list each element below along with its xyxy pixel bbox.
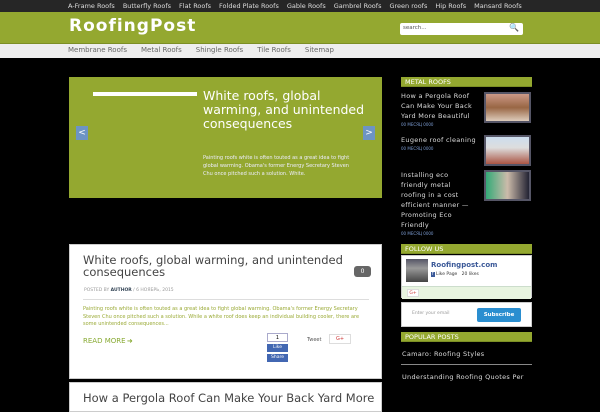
post-date: / 6 НОЯБРЬ, 2015 xyxy=(131,288,174,293)
meta-prefix: POSTED BY xyxy=(84,288,111,293)
widget-title: METAL ROOFS xyxy=(401,77,532,87)
sidebar-post-title[interactable]: How a Pergola Roof Can Make Your Back Ya… xyxy=(401,91,476,121)
slide-divider xyxy=(93,92,197,96)
like-count: 1 xyxy=(267,333,288,342)
slider-next-button[interactable]: > xyxy=(363,126,375,140)
popular-post[interactable]: Camaro: Roofing Styles xyxy=(401,342,532,365)
site-logo[interactable]: RoofingPost xyxy=(69,16,196,36)
follow-widget: FOLLOW US Roofingpost.com f Like Page 20… xyxy=(401,244,532,387)
top-link[interactable]: Green roofs xyxy=(389,1,427,11)
top-link[interactable]: Butterfly Roofs xyxy=(123,1,171,11)
nav-link[interactable]: Shingle Roofs xyxy=(196,46,243,54)
search-icon[interactable]: 🔍 xyxy=(509,23,519,32)
slide-text: Painting roofs white is often touted as … xyxy=(203,155,350,177)
sidebar-post[interactable]: Eugene roof cleaning 00 МЕСЯЦ 0000 xyxy=(401,135,532,166)
sidebar: METAL ROOFS How a Pergola Roof Can Make … xyxy=(401,77,532,236)
widget-title: POPULAR POSTS xyxy=(401,332,532,342)
top-link[interactable]: Hip Roofs xyxy=(435,1,466,11)
sidebar-post-title[interactable]: Eugene roof cleaning xyxy=(401,135,476,145)
top-link[interactable]: A-Frame Roofs xyxy=(68,1,115,11)
facebook-icon: f xyxy=(431,272,435,277)
gplus-button[interactable]: G+ xyxy=(329,334,351,344)
likes-count: 20 likes xyxy=(461,272,479,277)
facebook-page-box: Roofingpost.com f Like Page 20 likes G+ xyxy=(401,255,532,299)
like-page-button[interactable]: Like Page xyxy=(436,272,457,277)
top-link[interactable]: Flat Roofs xyxy=(179,1,211,11)
divider xyxy=(83,299,369,300)
top-link[interactable]: Mansard Roofs xyxy=(474,1,522,11)
facebook-like-widget: 1 Like Share xyxy=(267,333,288,362)
post-title[interactable]: How a Pergola Roof Can Make Your Back Ya… xyxy=(83,392,383,404)
sidebar-post-title[interactable]: Installing eco friendly metal roofing in… xyxy=(401,170,476,230)
top-link[interactable]: Gambrel Roofs xyxy=(334,1,382,11)
subscribe-button[interactable]: Subscribe xyxy=(477,308,521,322)
slide-title[interactable]: White roofs, global warming, and uninten… xyxy=(203,89,373,131)
fb-share-button[interactable]: Share xyxy=(267,354,288,362)
tweet-button[interactable]: Tweet xyxy=(307,337,321,343)
post-card: White roofs, global warming, and uninten… xyxy=(69,244,382,379)
subscribe-form: Enter your email Subscribe xyxy=(401,302,532,327)
fb-like-button[interactable]: Like xyxy=(267,344,288,352)
sidebar-post[interactable]: How a Pergola Roof Can Make Your Back Ya… xyxy=(401,91,532,127)
comment-count-badge[interactable]: 0 xyxy=(354,266,371,277)
nav-link[interactable]: Tile Roofs xyxy=(257,46,291,54)
post-title[interactable]: White roofs, global warming, and uninten… xyxy=(83,254,343,278)
sidebar-post[interactable]: Installing eco friendly metal roofing in… xyxy=(401,170,532,236)
main-nav: Membrane Roofs Metal Roofs Shingle Roofs… xyxy=(0,44,600,58)
email-input[interactable]: Enter your email xyxy=(412,311,449,316)
top-link[interactable]: Gable Roofs xyxy=(287,1,326,11)
post-thumbnail[interactable] xyxy=(484,170,531,201)
nav-link[interactable]: Sitemap xyxy=(305,46,334,54)
post-author[interactable]: AUTHOR xyxy=(111,288,132,293)
top-link[interactable]: Folded Plate Roofs xyxy=(219,1,279,11)
nav-link[interactable]: Metal Roofs xyxy=(141,46,182,54)
header: RoofingPost search... 🔍 xyxy=(0,12,600,44)
post-excerpt: Painting roofs white is often touted as … xyxy=(83,306,360,327)
featured-slider: White roofs, global warming, and uninten… xyxy=(69,77,382,198)
widget-title: FOLLOW US xyxy=(401,244,532,254)
slider-prev-button[interactable]: < xyxy=(76,126,88,140)
post-thumbnail[interactable] xyxy=(484,92,531,123)
post-thumbnail[interactable] xyxy=(484,135,531,166)
arrow-right-icon: ➜ xyxy=(126,337,133,345)
read-more-link[interactable]: READ MORE ➜ xyxy=(83,337,133,345)
post-card: How a Pergola Roof Can Make Your Back Ya… xyxy=(69,382,382,412)
sidebar-post-date: 00 МЕСЯЦ 0000 xyxy=(401,231,434,236)
page-image xyxy=(406,259,428,282)
fb-page-name[interactable]: Roofingpost.com xyxy=(431,261,497,269)
read-more-label: READ MORE xyxy=(83,337,126,345)
nav-link[interactable]: Membrane Roofs xyxy=(68,46,127,54)
top-bar: A-Frame Roofs Butterfly Roofs Flat Roofs… xyxy=(0,0,600,12)
popular-post[interactable]: Understanding Roofing Quotes Per xyxy=(401,365,532,387)
post-meta: POSTED BY AUTHOR / 6 НОЯБРЬ, 2015 xyxy=(84,288,381,293)
search-input[interactable]: search... 🔍 xyxy=(400,23,523,35)
search-placeholder: search... xyxy=(403,25,427,31)
gplus-button[interactable]: G+ xyxy=(407,289,419,297)
